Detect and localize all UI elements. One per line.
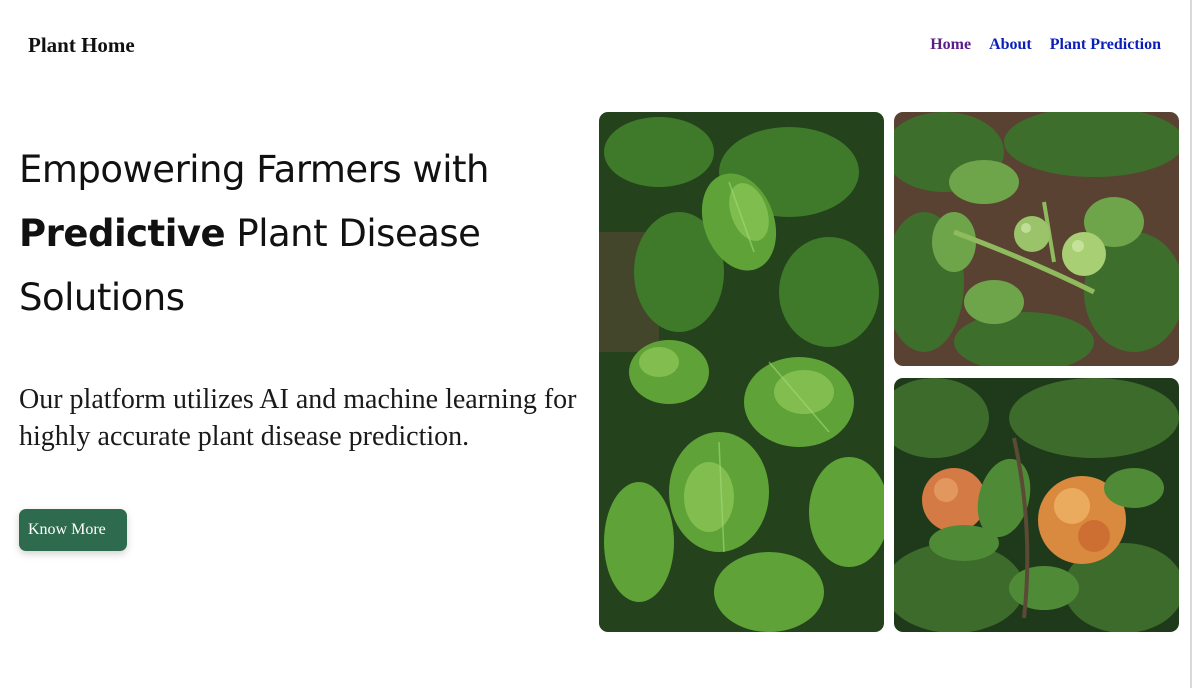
nav-link-home[interactable]: Home — [930, 36, 971, 54]
hero-headline: Empowering Farmers with Predictive Plant … — [19, 138, 579, 330]
tomato-plant-photo — [894, 112, 1179, 366]
brand-logo-text[interactable]: Plant Home — [28, 33, 135, 58]
main-nav: Home About Plant Prediction — [930, 36, 1161, 54]
potato-leaves-photo — [599, 112, 884, 632]
hero-description: Our platform utilizes AI and machine lea… — [19, 384, 577, 452]
headline-bold-word: Predictive — [19, 212, 226, 255]
apple-tree-photo — [894, 378, 1179, 632]
nav-link-about[interactable]: About — [989, 36, 1032, 54]
headline-line-1: Empowering Farmers with — [19, 148, 489, 191]
headline-line-2: Plant Disease — [236, 212, 481, 255]
know-more-button[interactable]: Know More — [19, 509, 127, 551]
nav-link-plant-prediction[interactable]: Plant Prediction — [1050, 36, 1161, 54]
headline-line-3: Solutions — [19, 276, 185, 319]
